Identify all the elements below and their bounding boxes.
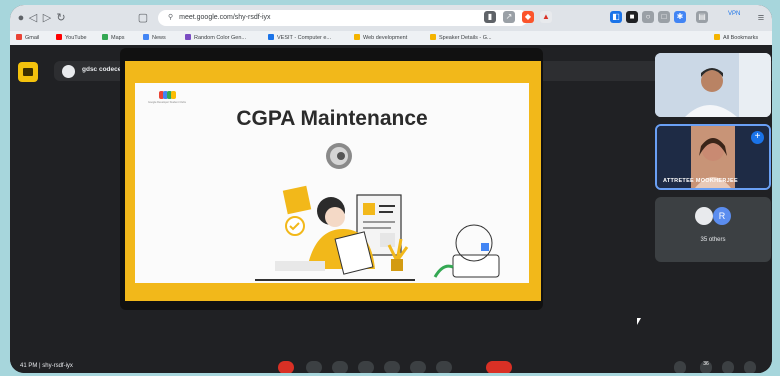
bookmark-speaker-details[interactable]: Speaker Details - G...: [430, 34, 492, 41]
raise-hand-button[interactable]: [410, 361, 426, 373]
folder-icon: [714, 34, 720, 40]
avatar: [695, 207, 713, 225]
site-info-icon[interactable]: ⚲: [168, 14, 173, 21]
bookmark-random-color[interactable]: Random Color Gen...: [185, 34, 246, 41]
bookmark-maps[interactable]: Maps: [102, 34, 124, 41]
rewards-icon[interactable]: ▲: [540, 11, 552, 23]
news-icon: [143, 34, 149, 40]
info-button[interactable]: [674, 361, 686, 373]
participant-video: [655, 53, 771, 117]
extension-dark-icon[interactable]: ■: [626, 11, 638, 23]
share-icon[interactable]: ↗: [503, 11, 515, 23]
captions-button[interactable]: [332, 361, 348, 373]
avatar: R: [713, 207, 731, 225]
mic-off-button[interactable]: [278, 361, 294, 373]
avatar: [62, 65, 75, 78]
drive-icon: [268, 34, 274, 40]
people-button[interactable]: 36: [700, 361, 712, 373]
tab-icon[interactable]: ▢: [136, 11, 150, 25]
activities-button[interactable]: [744, 361, 756, 373]
emoji-button[interactable]: [358, 361, 374, 373]
mouse-cursor-icon: [637, 318, 641, 325]
gmail-icon: [16, 34, 22, 40]
camera-button[interactable]: [306, 361, 322, 373]
sidebar-icon[interactable]: ▤: [696, 11, 708, 23]
pin-icon[interactable]: +: [751, 131, 764, 144]
more-options-button[interactable]: [436, 361, 452, 373]
extension-blue-icon[interactable]: ◧: [610, 11, 622, 23]
slide-illustration: [255, 143, 500, 281]
palette-icon: [185, 34, 191, 40]
maps-icon: [102, 34, 108, 40]
url-text: meet.google.com/shy-rsdf-iyx: [179, 14, 271, 21]
vpn-label[interactable]: VPN: [728, 11, 740, 17]
participant-tile-pinned[interactable]: + ATTRETEE MOOKHERJEE: [655, 124, 771, 190]
bookmark-vesit[interactable]: VESIT - Computer e...: [268, 34, 331, 41]
participant-name: ATTRETEE MOOKHERJEE: [663, 178, 738, 184]
slide: Google Developer Student Clubs CGPA Main…: [125, 61, 541, 301]
others-tile[interactable]: R 35 others: [655, 197, 771, 262]
participant-tile[interactable]: [655, 53, 771, 117]
bookmarks-bar: Gmail YouTube Maps News Random Color Gen…: [10, 31, 772, 45]
youtube-icon: [56, 34, 62, 40]
meet-control-bar: 41 PM | shy-rsdf-iyx 36: [10, 361, 772, 373]
others-count: 35 others: [700, 237, 726, 243]
all-bookmarks[interactable]: All Bookmarks: [714, 34, 758, 41]
forward-icon[interactable]: ▷: [40, 11, 54, 25]
slide-content: Google Developer Student Clubs CGPA Main…: [135, 83, 529, 283]
bookmark-web-development[interactable]: Web development: [354, 34, 407, 41]
bookmark-gmail[interactable]: Gmail: [16, 34, 39, 41]
back-icon[interactable]: ◁: [26, 11, 40, 25]
bookmark-news[interactable]: News: [143, 34, 166, 41]
menu-icon[interactable]: ≡: [754, 11, 768, 25]
extension-grey-icon[interactable]: □: [658, 11, 670, 23]
reload-icon[interactable]: ↻: [54, 11, 68, 25]
address-bar[interactable]: ⚲ meet.google.com/shy-rsdf-iyx: [158, 10, 528, 26]
browser-toolbar: ● ◁ ▷ ↻ ▢ ⚲ meet.google.com/shy-rsdf-iyx …: [10, 5, 772, 31]
present-button[interactable]: [384, 361, 400, 373]
extension-grey-icon[interactable]: ○: [642, 11, 654, 23]
cast-icon[interactable]: ▮: [484, 11, 496, 23]
extension-puzzle-icon[interactable]: ✱: [674, 11, 686, 23]
leave-call-button[interactable]: [486, 361, 512, 373]
brave-shield-icon[interactable]: ◆: [522, 11, 534, 23]
meet-logo-icon[interactable]: [18, 62, 38, 82]
meeting-time-code: 41 PM | shy-rsdf-iyx: [20, 363, 73, 369]
doc-icon: [430, 34, 436, 40]
bookmark-youtube[interactable]: YouTube: [56, 34, 87, 41]
browser-window: ● ◁ ▷ ↻ ▢ ⚲ meet.google.com/shy-rsdf-iyx …: [10, 5, 772, 373]
chat-button[interactable]: [722, 361, 734, 373]
folder-icon: [354, 34, 360, 40]
